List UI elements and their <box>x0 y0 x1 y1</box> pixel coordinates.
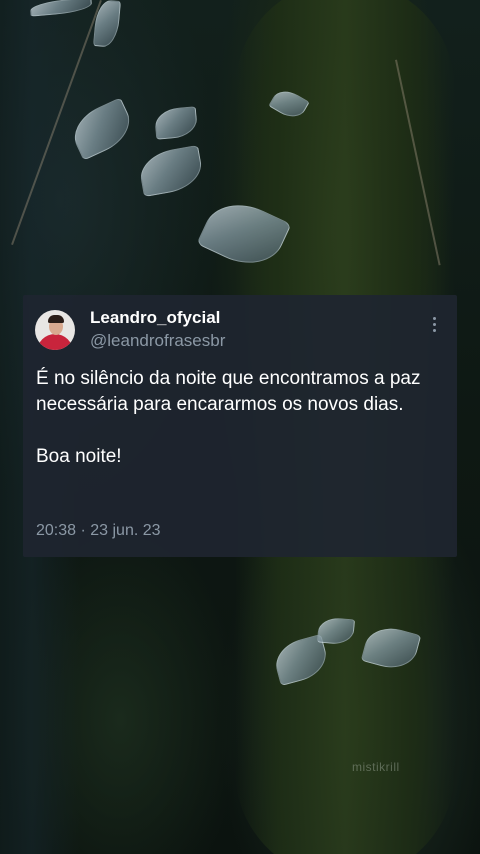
leaf <box>153 106 199 140</box>
avatar-hair <box>48 315 64 323</box>
more-vertical-icon[interactable] <box>431 317 437 337</box>
display-name[interactable]: Leandro_ofycial <box>90 308 220 328</box>
avatar[interactable] <box>35 310 75 350</box>
leaf <box>136 144 206 198</box>
tweet-card[interactable]: Leandro_ofycial @leandrofrasesbr É no si… <box>23 295 457 557</box>
user-handle[interactable]: @leandrofrasesbr <box>90 331 225 351</box>
tweet-text: É no silêncio da noite que encontramos a… <box>36 368 421 467</box>
watermark: mistikrill <box>352 760 400 774</box>
tweet-timestamp[interactable]: 20:38 · 23 jun. 23 <box>36 522 161 540</box>
background-photo: mistikrill Leandro_ofycial @leandrofrase… <box>0 0 480 854</box>
avatar-shirt <box>37 334 73 350</box>
